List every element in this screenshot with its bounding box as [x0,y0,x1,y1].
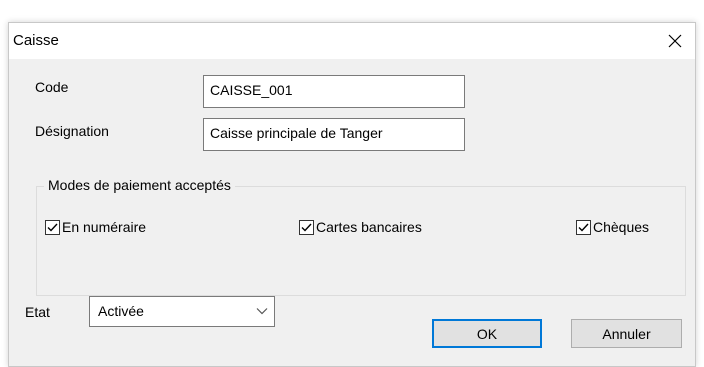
checkbox-cards[interactable]: Cartes bancaires [299,219,422,235]
state-select[interactable]: Activée [89,296,275,327]
checkmark-icon [301,223,312,232]
chevron-down-icon [256,308,268,315]
window-title: Caisse [13,32,59,49]
code-input[interactable]: CAISSE_001 [203,75,465,108]
ok-button[interactable]: OK [432,319,542,348]
designation-label: Désignation [35,123,109,139]
checkbox-cheques[interactable]: Chèques [576,219,649,235]
caisse-dialog: Caisse Code CAISSE_001 Désignation Caiss… [8,22,696,367]
title-bar: Caisse [9,23,695,59]
checkbox-cards-box [299,219,314,235]
checkmark-icon [578,223,589,232]
ok-button-label: OK [476,325,498,342]
checkbox-cash[interactable]: En numéraire [45,219,146,235]
state-label: Etat [25,304,50,320]
close-button[interactable] [655,23,695,59]
close-icon [668,34,682,48]
payment-modes-group [36,186,686,296]
code-label: Code [35,79,69,95]
state-select-value: Activée [98,303,144,319]
designation-input-value: Caisse principale de Tanger [210,125,383,141]
checkbox-cheques-box [576,219,591,235]
checkbox-cash-label: En numéraire [62,219,147,235]
code-input-value: CAISSE_001 [210,82,293,98]
checkbox-cash-box [45,219,60,235]
designation-input[interactable]: Caisse principale de Tanger [203,118,465,151]
checkmark-icon [47,223,58,232]
cancel-button-label: Annuler [602,325,651,342]
checkbox-cards-label: Cartes bancaires [316,219,422,235]
checkbox-cheques-label: Chèques [593,219,650,235]
cancel-button[interactable]: Annuler [571,319,682,348]
payment-modes-legend: Modes de paiement acceptés [44,177,235,193]
